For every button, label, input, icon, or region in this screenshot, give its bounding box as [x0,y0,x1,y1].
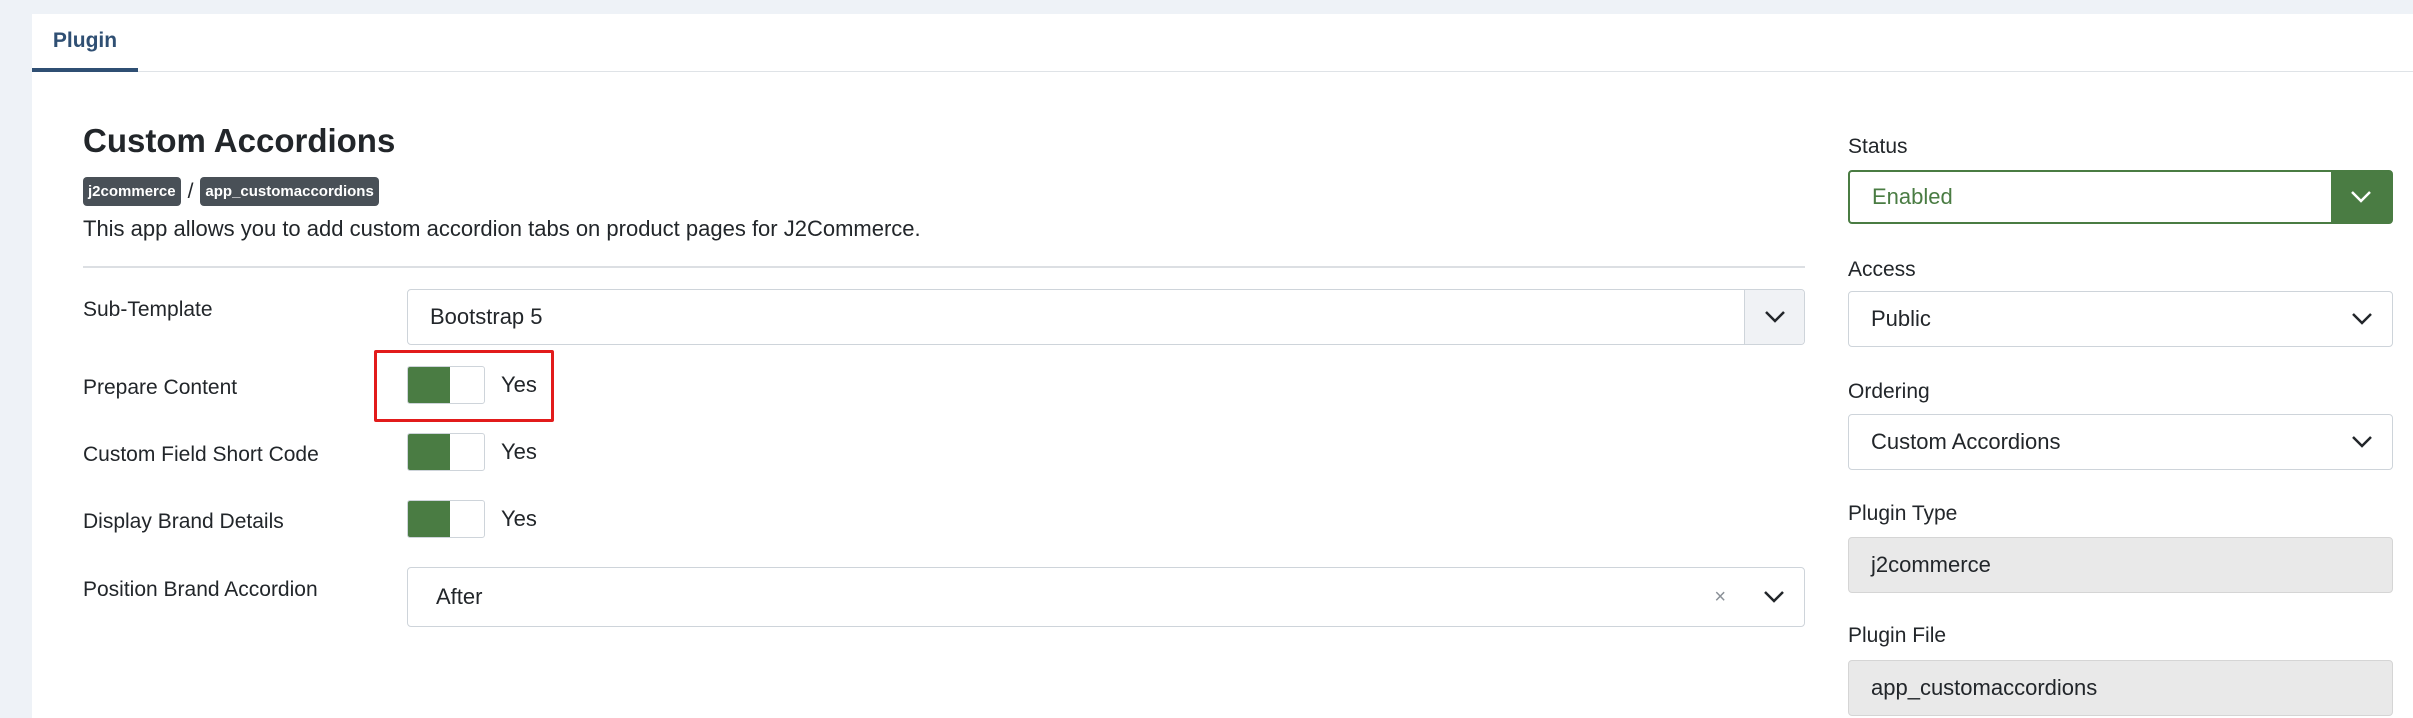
status-select[interactable]: Enabled [1848,170,2393,224]
plugin-file-field: app_customaccordions [1848,660,2393,716]
custom-field-short-code-label: Custom Field Short Code [83,443,319,466]
tab-bar: Plugin [32,14,2413,72]
close-icon[interactable]: × [1714,568,1726,626]
chevron-down-icon[interactable] [2332,292,2392,346]
display-brand-details-toggle[interactable] [407,500,485,538]
toggle-on-indicator [408,501,450,537]
position-brand-accordion-value: After [436,584,483,609]
plugin-type-value: j2commerce [1871,552,1991,577]
badge-element: app_customaccordions [200,177,379,206]
plugin-type-label: Plugin Type [1848,502,1958,525]
custom-field-short-code-toggle[interactable] [407,433,485,471]
access-value: Public [1871,306,1931,331]
custom-field-short-code-value: Yes [501,439,537,464]
status-value: Enabled [1872,184,1953,209]
chevron-down-icon[interactable] [2331,172,2391,222]
position-brand-accordion-label: Position Brand Accordion [83,578,318,601]
chevron-down-icon[interactable] [1744,568,1804,626]
sub-template-label: Sub-Template [83,298,213,321]
plugin-file-label: Plugin File [1848,624,1947,647]
position-brand-accordion-select[interactable]: After × [407,567,1805,627]
divider [83,266,1805,268]
badge-group: j2commerce [83,177,181,206]
chevron-down-icon[interactable] [2332,415,2392,469]
ordering-label: Ordering [1848,380,1930,403]
access-label: Access [1848,258,1916,281]
sub-template-select[interactable]: Bootstrap 5 [407,289,1805,345]
plugin-type-field: j2commerce [1848,537,2393,593]
ordering-select[interactable]: Custom Accordions [1848,414,2393,470]
sub-template-value: Bootstrap 5 [430,304,543,329]
badge-separator: / [187,179,194,203]
highlight-box [374,350,554,422]
ordering-value: Custom Accordions [1871,429,2061,454]
display-brand-details-label: Display Brand Details [83,510,284,533]
chevron-down-icon[interactable] [1744,290,1804,344]
plugin-badges: j2commerce / app_customaccordions [83,177,379,206]
page-title: Custom Accordions [83,122,396,159]
access-select[interactable]: Public [1848,291,2393,347]
display-brand-details-value: Yes [501,506,537,531]
prepare-content-label: Prepare Content [83,376,238,399]
status-label: Status [1848,135,1908,158]
toggle-on-indicator [408,434,450,470]
plugin-file-value: app_customaccordions [1871,675,2098,700]
plugin-description: This app allows you to add custom accord… [83,216,921,241]
tab-plugin[interactable]: Plugin [32,14,138,72]
